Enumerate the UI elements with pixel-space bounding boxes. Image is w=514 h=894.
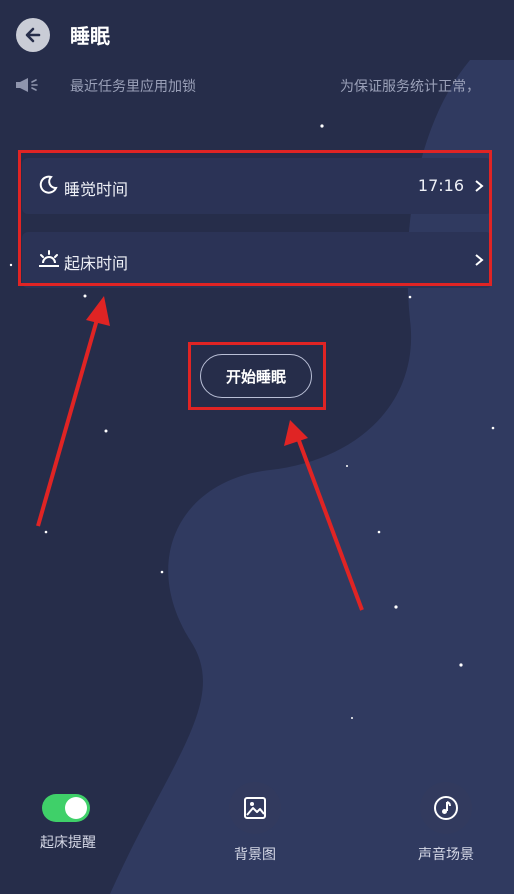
notice-text-right: 为保证服务统计正常， [340,79,480,95]
toggle-knob [65,797,87,819]
highlight-box-start-button [188,342,326,410]
back-button[interactable] [16,18,50,52]
notice-bar: 最近任务里应用加锁 为保证服务统计正常， [0,70,514,100]
music-note-icon [434,796,458,820]
notice-text-left: 最近任务里应用加锁 [70,79,196,95]
background-image-button[interactable] [229,782,281,834]
highlight-box-settings [18,150,492,286]
wake-reminder-toggle[interactable] [42,794,90,822]
image-icon [244,797,266,819]
wake-reminder-label: 起床提醒 [40,835,96,851]
megaphone-icon [14,76,40,98]
app-screen: 睡眠 最近任务里应用加锁 为保证服务统计正常， 睡觉时间 17:16 起床时间 … [0,0,514,894]
arrow-left-icon [25,27,41,43]
header: 睡眠 [0,0,514,68]
page-title: 睡眠 [70,24,110,48]
sound-scene-button[interactable] [420,782,472,834]
background-image-label: 背景图 [234,847,276,863]
sound-scene-label: 声音场景 [418,847,474,863]
